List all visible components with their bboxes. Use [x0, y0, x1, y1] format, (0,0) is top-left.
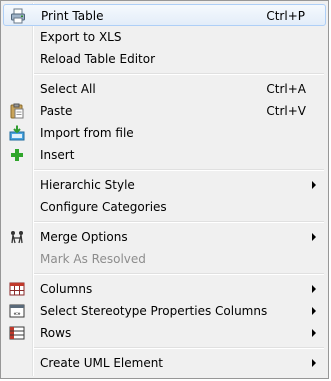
menu-item-reload-table-editor[interactable]: Reload Table Editor [3, 48, 326, 70]
menu-item-rows[interactable]: Rows [3, 322, 326, 344]
context-menu: Print Table Ctrl+P Export to XLS Reload … [0, 0, 329, 379]
menu-item-label: Mark As Resolved [40, 252, 146, 266]
shortcut-label: Ctrl+V [266, 104, 306, 118]
shortcut-label: Ctrl+A [266, 82, 306, 96]
table-rows-icon [9, 326, 25, 340]
menu-item-configure-categories[interactable]: Configure Categories [3, 196, 326, 218]
menu-separator [34, 221, 324, 223]
menu-item-export-xls[interactable]: Export to XLS [3, 26, 326, 48]
menu-item-label: Reload Table Editor [40, 52, 156, 66]
table-columns-icon [9, 282, 25, 296]
shortcut-label: Ctrl+P [266, 9, 305, 23]
menu-item-merge-options[interactable]: Merge Options [3, 226, 326, 248]
import-icon [9, 125, 25, 141]
menu-item-label: Merge Options [40, 230, 128, 244]
merge-icon [11, 231, 23, 244]
menu-item-select-all[interactable]: Select All Ctrl+A [3, 78, 326, 100]
menu-item-label: Export to XLS [40, 30, 122, 44]
clipboard-icon [10, 103, 24, 119]
submenu-arrow-icon [312, 307, 316, 315]
submenu-arrow-icon [312, 359, 316, 367]
submenu-arrow-icon [312, 233, 316, 241]
menu-item-label: Import from file [40, 126, 134, 140]
menu-item-label: Create UML Element [40, 356, 164, 370]
menu-item-label: Print Table [41, 9, 104, 23]
menu-item-label: Rows [40, 326, 72, 340]
menu-separator [34, 347, 324, 349]
menu-item-label: Select All [40, 82, 96, 96]
menu-item-mark-as-resolved: Mark As Resolved [3, 248, 326, 270]
menu-item-label: Insert [40, 148, 75, 162]
menu-item-hierarchic-style[interactable]: Hierarchic Style [3, 174, 326, 196]
submenu-arrow-icon [312, 181, 316, 189]
plus-icon [11, 149, 23, 161]
menu-item-import-from-file[interactable]: Import from file [3, 122, 326, 144]
menu-item-insert[interactable]: Insert [3, 144, 326, 166]
menu-item-label: Hierarchic Style [40, 178, 135, 192]
menu-item-label: Columns [40, 282, 93, 296]
menu-item-label: Paste [40, 104, 73, 118]
menu-item-label: Select Stereotype Properties Columns [40, 304, 268, 318]
submenu-arrow-icon [312, 329, 316, 337]
menu-item-columns[interactable]: Columns [3, 278, 326, 300]
menu-item-label: Configure Categories [40, 200, 167, 214]
menu-item-print-table[interactable]: Print Table Ctrl+P [3, 4, 326, 26]
menu-item-create-uml-element[interactable]: Create UML Element [3, 352, 326, 374]
printer-icon [11, 8, 25, 24]
svg-text:«»: «» [13, 311, 21, 318]
menu-separator [34, 169, 324, 171]
menu-separator [34, 73, 324, 75]
stereotype-table-icon: «» [9, 304, 25, 318]
submenu-arrow-icon [312, 285, 316, 293]
menu-separator [34, 273, 324, 275]
menu-item-paste[interactable]: Paste Ctrl+V [3, 100, 326, 122]
menu-item-select-stereotype-properties-columns[interactable]: «» Select Stereotype Properties Columns [3, 300, 326, 322]
